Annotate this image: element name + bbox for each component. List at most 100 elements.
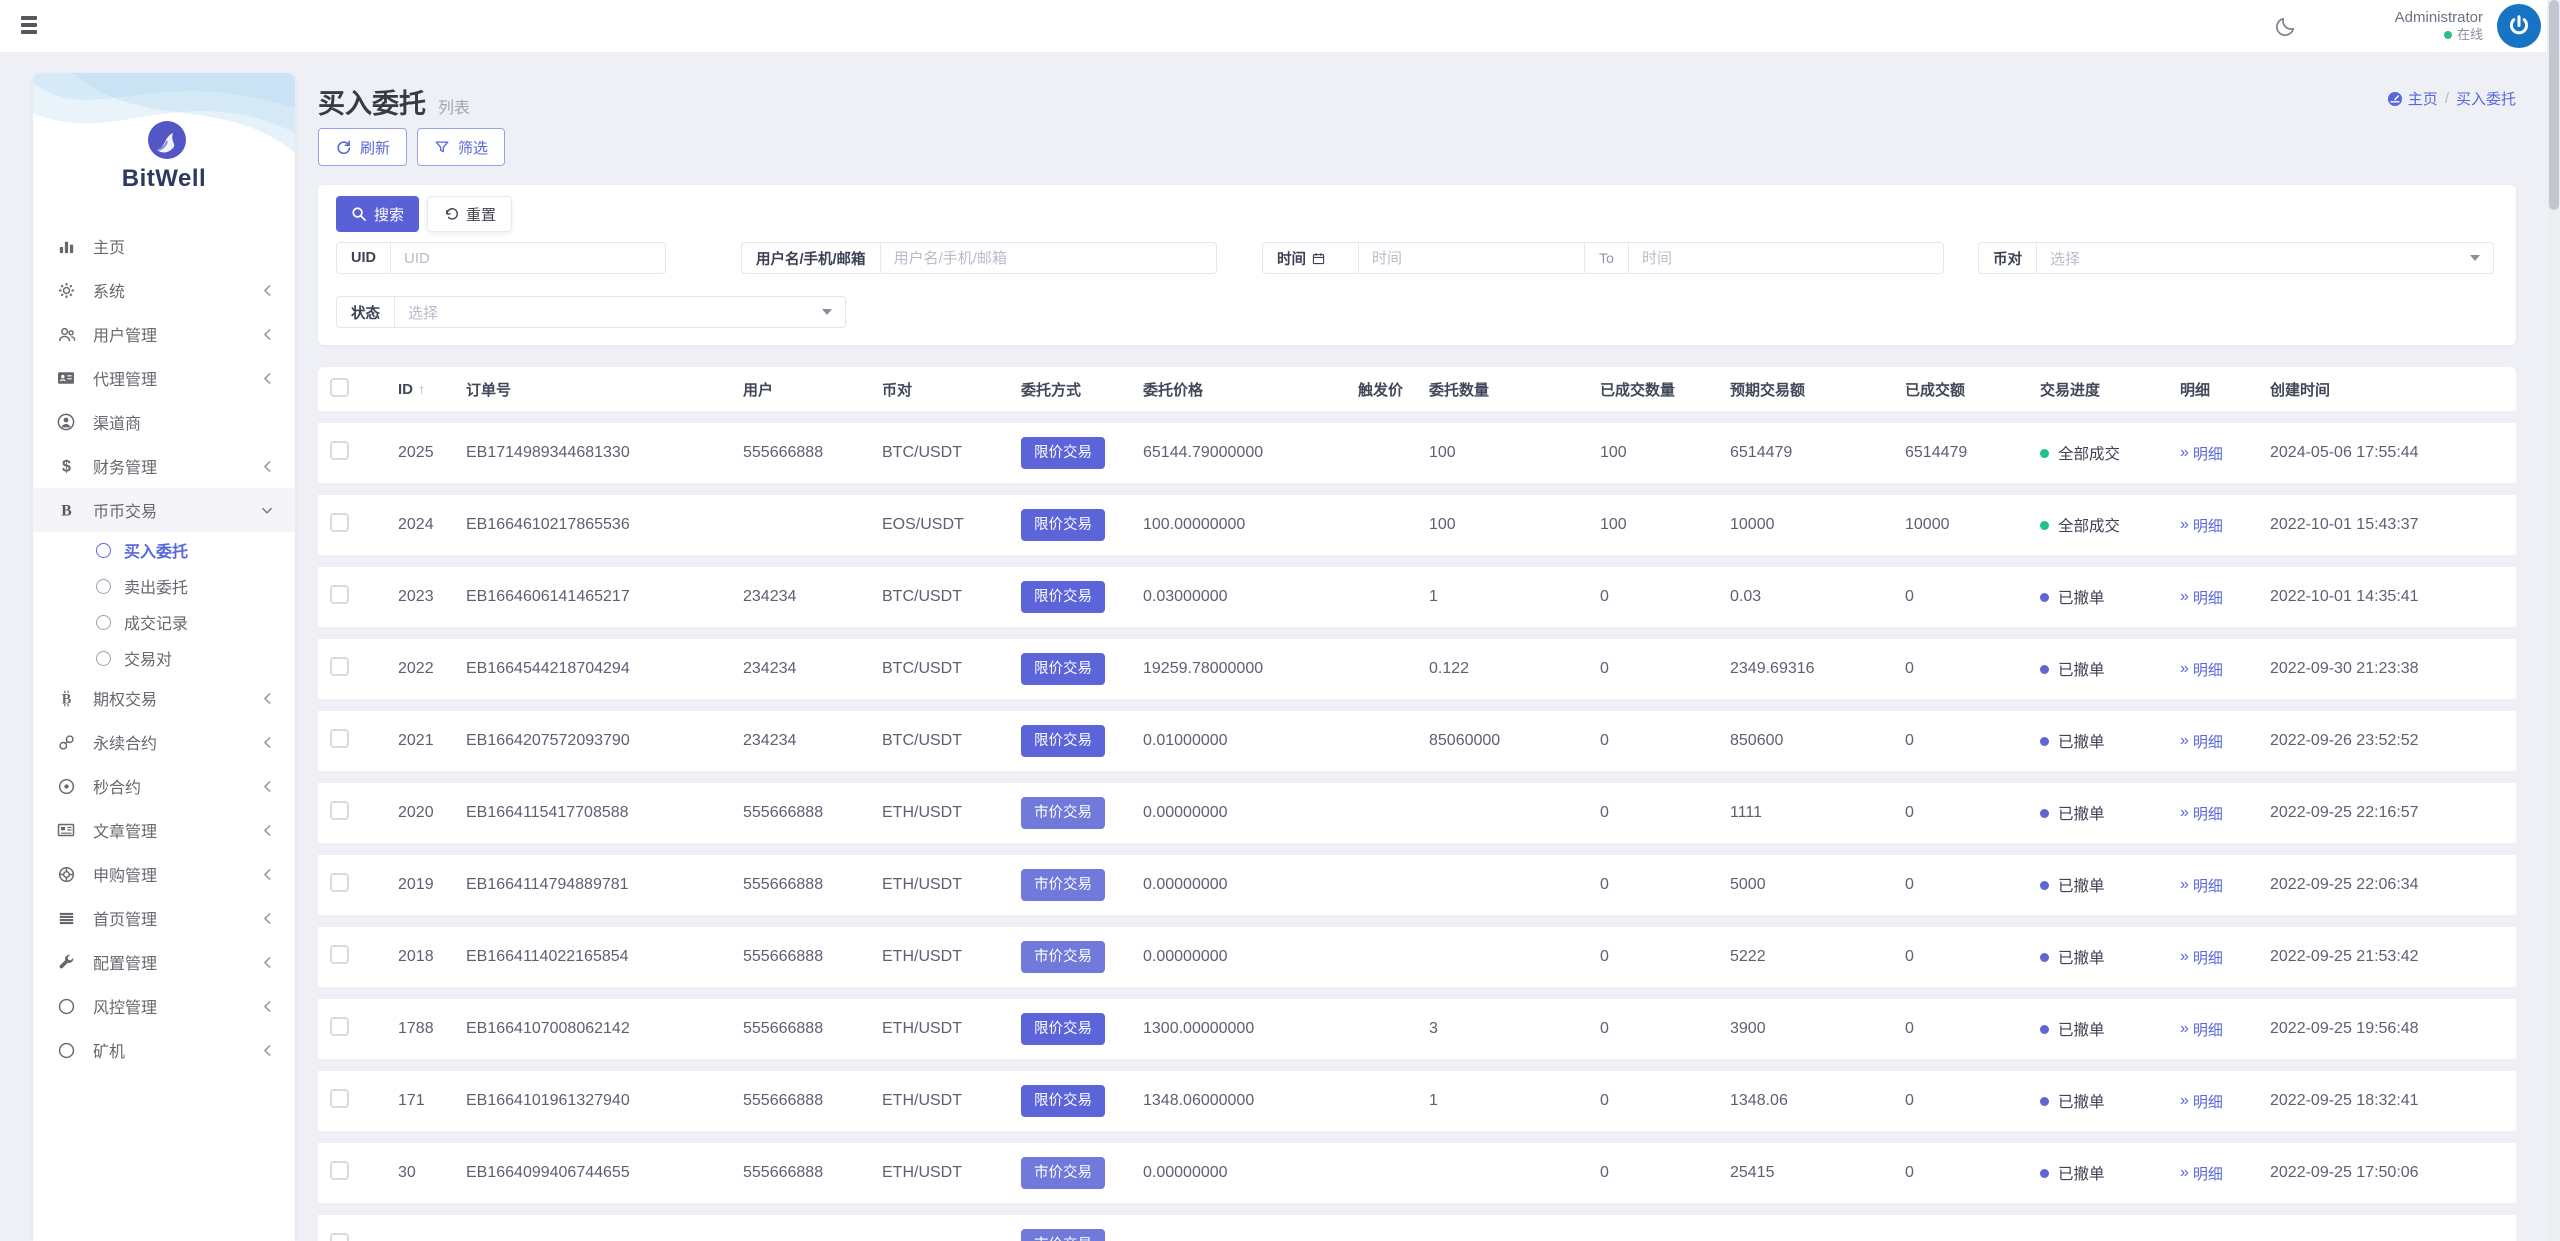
row-checkbox[interactable] [330, 585, 349, 604]
pair-field-group: 币对 选择 [1978, 242, 2494, 274]
col-amount: 委托数量 [1429, 379, 1600, 400]
row-checkbox[interactable] [330, 729, 349, 748]
reset-button[interactable]: 重置 [427, 196, 512, 232]
cell-expected: 1111 [1730, 804, 1905, 822]
sidebar-item[interactable]: B 期权交易 [33, 676, 295, 720]
row-checkbox[interactable] [330, 1161, 349, 1180]
sidebar-item-label: 系统 [93, 278, 261, 302]
select-all-checkbox[interactable] [330, 378, 349, 397]
scrollbar-thumb[interactable] [2549, 0, 2559, 210]
sidebar-submenu: 买入委托 卖出委托 成交记录 交易对 [33, 532, 295, 676]
row-checkbox[interactable] [330, 513, 349, 532]
cell-created: 2022-09-25 21:53:42 [2270, 948, 2516, 966]
sidebar-item[interactable]: 主页 [33, 224, 295, 268]
sidebar-item[interactable]: 秒合约 [33, 764, 295, 808]
sidebar-item[interactable]: $ 财务管理 [33, 444, 295, 488]
sidebar-item[interactable]: 配置管理 [33, 940, 295, 984]
uid-input[interactable] [391, 243, 665, 273]
sidebar-item[interactable]: 矿机 [33, 1028, 295, 1072]
cell-order-no: EB1664115417708588 [466, 804, 743, 822]
row-checkbox[interactable] [330, 1233, 349, 1241]
cell-pair: ETH/USDT [882, 1020, 1021, 1038]
sidebar-item[interactable]: 申购管理 [33, 852, 295, 896]
detail-link[interactable]: »明细 [2180, 659, 2223, 680]
time-from-input[interactable] [1359, 243, 1584, 273]
sidebar-item[interactable]: 首页管理 [33, 896, 295, 940]
wrench-icon [56, 952, 76, 972]
breadcrumb-home-link[interactable]: 主页 [2387, 88, 2438, 109]
row-checkbox[interactable] [330, 801, 349, 820]
user-input[interactable] [881, 243, 1216, 273]
sidebar-subitem[interactable]: 卖出委托 [33, 568, 295, 604]
pair-label: 币对 [1979, 243, 2037, 273]
detail-link[interactable]: »明细 [2180, 1091, 2223, 1112]
sidebar-item[interactable]: 用户管理 [33, 312, 295, 356]
detail-link[interactable]: »明细 [2180, 947, 2223, 968]
cell-expected: 1348.06 [1730, 1092, 1905, 1110]
row-checkbox[interactable] [330, 873, 349, 892]
filter-button[interactable]: 筛选 [417, 128, 505, 166]
vertical-scrollbar[interactable] [2547, 0, 2560, 1241]
cell-filled-amt: 0 [1905, 1092, 2040, 1110]
sidebar-item[interactable]: 系统 [33, 268, 295, 312]
detail-link[interactable]: »明细 [2180, 803, 2223, 824]
col-filled-qty: 已成交数量 [1600, 379, 1730, 400]
status-badge: 已撤单 [2040, 1162, 2105, 1184]
row-checkbox[interactable] [330, 945, 349, 964]
cell-created: 2022-09-25 17:50:06 [2270, 1164, 2516, 1182]
chevron-left-icon [261, 372, 273, 385]
menu-toggle-button[interactable] [21, 16, 47, 36]
sidebar-subitem-label: 买入委托 [124, 538, 188, 562]
dropdown-arrow-icon [822, 309, 832, 315]
detail-link[interactable]: »明细 [2180, 875, 2223, 896]
status-badge: 已撤单 [2040, 658, 2105, 680]
sidebar-item[interactable]: 代理管理 [33, 356, 295, 400]
cell-filled-amt: 0 [1905, 804, 2040, 822]
sidebar-item[interactable]: 文章管理 [33, 808, 295, 852]
cell-filled-qty: 0 [1600, 804, 1730, 822]
chevron-left-icon [261, 868, 273, 881]
sidebar-item[interactable]: B 币币交易 [33, 488, 295, 532]
detail-link[interactable]: »明细 [2180, 515, 2223, 536]
row-checkbox[interactable] [330, 441, 349, 460]
detail-link[interactable]: »明细 [2180, 443, 2223, 464]
search-button[interactable]: 搜索 [336, 196, 419, 232]
breadcrumb-current[interactable]: 买入委托 [2456, 88, 2516, 109]
sidebar-item[interactable]: 风控管理 [33, 984, 295, 1028]
cell-price: 100.00000000 [1143, 516, 1358, 534]
cell-user: 234234 [743, 660, 882, 678]
cell-id: 1788 [398, 1020, 466, 1038]
cell-filled-qty: 0 [1600, 1092, 1730, 1110]
svg-text:B: B [61, 691, 71, 707]
cell-filled-amt: 0 [1905, 1164, 2040, 1182]
row-checkbox[interactable] [330, 1017, 349, 1036]
cell-order-no: EB1664107008062142 [466, 1020, 743, 1038]
status-select[interactable]: 选择 [395, 297, 845, 327]
cell-created: 2022-09-25 22:16:57 [2270, 804, 2516, 822]
sidebar-subitem[interactable]: 成交记录 [33, 604, 295, 640]
sidebar-item[interactable]: 永续合约 [33, 720, 295, 764]
sidebar-item[interactable]: 渠道商 [33, 400, 295, 444]
avatar[interactable] [2497, 4, 2541, 48]
col-id[interactable]: ID↑ [398, 381, 466, 398]
detail-link[interactable]: »明细 [2180, 731, 2223, 752]
sidebar-subitem[interactable]: 买入委托 [33, 532, 295, 568]
row-checkbox[interactable] [330, 657, 349, 676]
sidebar-subitem[interactable]: 交易对 [33, 640, 295, 676]
sidebar-item-label: 风控管理 [93, 994, 261, 1018]
refresh-button[interactable]: 刷新 [318, 128, 407, 166]
detail-link[interactable]: »明细 [2180, 1163, 2223, 1184]
status-dot-icon [2040, 449, 2049, 458]
sidebar-menu: 主页 系统 用户管理 代理管理 渠道商 $ 财务管理 B 币币交易 买入委托 卖… [33, 224, 295, 1072]
user-info[interactable]: Administrator 在线 [2395, 9, 2483, 44]
cell-user: 555666888 [743, 444, 882, 462]
cell-user: 555666888 [743, 876, 882, 894]
order-type-badge: 限价交易 [1021, 1085, 1105, 1117]
pair-select[interactable]: 选择 [2037, 243, 2493, 273]
time-to-input[interactable] [1629, 243, 1943, 273]
dark-mode-icon[interactable] [2273, 13, 2299, 39]
status-badge: 已撤单 [2040, 586, 2105, 608]
detail-link[interactable]: »明细 [2180, 587, 2223, 608]
detail-link[interactable]: »明细 [2180, 1019, 2223, 1040]
row-checkbox[interactable] [330, 1089, 349, 1108]
